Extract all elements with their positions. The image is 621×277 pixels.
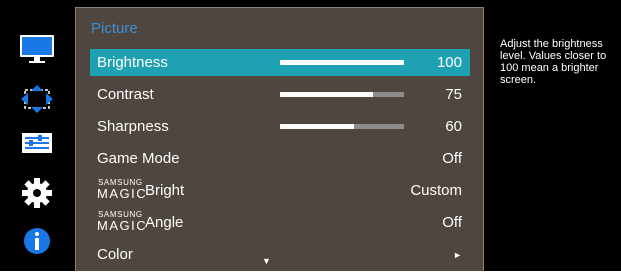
picture-menu: Picture Brightness 100 Contrast 75 Sharp… bbox=[75, 7, 484, 271]
menu-item-value: Off bbox=[442, 150, 462, 167]
contrast-slider-fill bbox=[280, 92, 373, 97]
menu-item-label: SAMSUNG MAGIC Angle bbox=[97, 210, 183, 233]
brightness-slider[interactable] bbox=[280, 60, 404, 65]
scroll-down-icon[interactable]: ▼ bbox=[262, 256, 271, 266]
monitor-icon[interactable] bbox=[20, 32, 54, 66]
menu-item-label: Sharpness bbox=[97, 118, 169, 135]
info-icon[interactable] bbox=[20, 224, 54, 258]
help-text: Adjust the brightness level. Values clos… bbox=[500, 38, 607, 86]
help-panel: Adjust the brightness level. Values clos… bbox=[485, 7, 621, 271]
menu-item-magic-angle[interactable]: SAMSUNG MAGIC Angle Off bbox=[90, 209, 470, 236]
menu-item-label: Color bbox=[97, 246, 133, 263]
magic-text: MAGIC bbox=[97, 218, 148, 233]
screen-resize-icon[interactable] bbox=[20, 82, 54, 116]
menu-item-label: Contrast bbox=[97, 86, 154, 103]
menu-item-brightness[interactable]: Brightness 100 bbox=[90, 49, 470, 76]
menu-item-label-suffix: Angle bbox=[145, 214, 184, 231]
menu-item-game-mode[interactable]: Game Mode Off bbox=[90, 145, 470, 172]
monitor-osd: Picture Brightness 100 Contrast 75 Sharp… bbox=[0, 0, 621, 271]
samsung-magic-logo: SAMSUNG MAGIC bbox=[97, 210, 146, 233]
menu-item-sharpness[interactable]: Sharpness 60 bbox=[90, 113, 470, 140]
menu-item-value: 75 bbox=[445, 86, 462, 103]
menu-item-label: Brightness bbox=[97, 54, 168, 71]
gear-icon[interactable] bbox=[20, 176, 54, 210]
sharpness-slider-fill bbox=[280, 124, 355, 129]
contrast-slider[interactable] bbox=[280, 92, 404, 97]
sliders-icon[interactable] bbox=[20, 126, 54, 160]
brightness-slider-fill bbox=[280, 60, 404, 65]
sharpness-slider[interactable] bbox=[280, 124, 404, 129]
menu-item-value: 60 bbox=[445, 118, 462, 135]
menu-item-label-suffix: Bright bbox=[145, 182, 185, 199]
menu-item-value: 100 bbox=[436, 54, 462, 71]
category-sidebar bbox=[0, 0, 74, 271]
menu-item-value: Off bbox=[442, 214, 462, 231]
samsung-magic-logo: SAMSUNG MAGIC bbox=[97, 178, 146, 201]
magic-text: MAGIC bbox=[97, 186, 148, 201]
menu-item-label: SAMSUNG MAGIC Bright bbox=[97, 178, 184, 201]
chevron-right-icon: ► bbox=[453, 250, 462, 260]
menu-item-label: Game Mode bbox=[97, 150, 180, 167]
menu-item-magic-bright[interactable]: SAMSUNG MAGIC Bright Custom bbox=[90, 177, 470, 204]
menu-item-value: Custom bbox=[410, 182, 462, 199]
menu-item-contrast[interactable]: Contrast 75 bbox=[90, 81, 470, 108]
menu-title: Picture bbox=[91, 20, 138, 37]
menu-item-color[interactable]: Color ► bbox=[90, 241, 470, 268]
